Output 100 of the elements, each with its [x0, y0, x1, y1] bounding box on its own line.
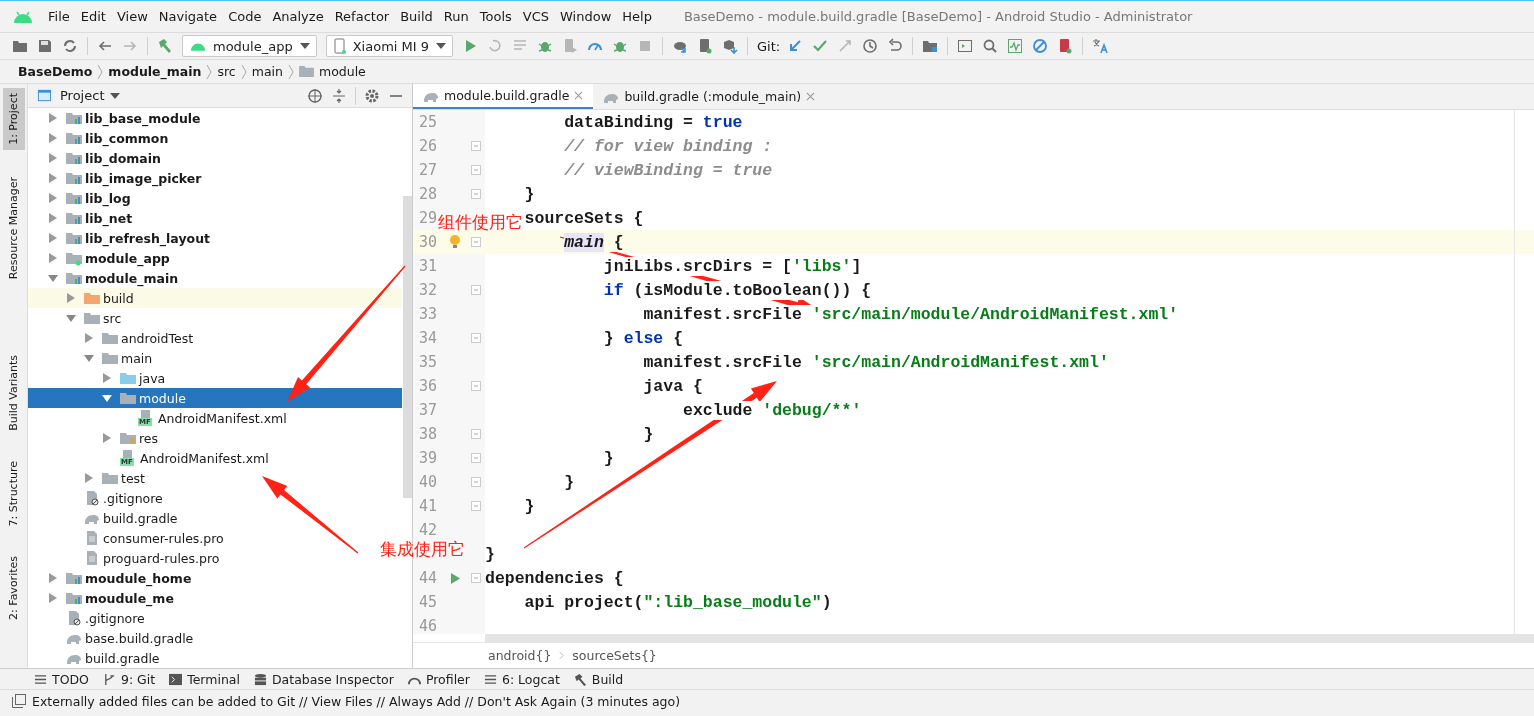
fold-icon[interactable]: [471, 333, 481, 343]
tree-item[interactable]: lib_refresh_layout: [85, 230, 211, 246]
wave-icon[interactable]: [1007, 38, 1024, 54]
collapsed-icon[interactable]: [66, 293, 76, 303]
tool-window-button[interactable]: Build: [573, 671, 624, 687]
save-icon[interactable]: [37, 38, 53, 54]
clock-icon[interactable]: [862, 38, 879, 54]
menu-item[interactable]: Analyze: [267, 9, 330, 24]
tool-window-button[interactable]: 6: Logcat: [483, 671, 560, 687]
phone-icon[interactable]: [1057, 38, 1074, 54]
editor-tab[interactable]: build.gradle (:module_main): [593, 84, 826, 109]
scrollbar[interactable]: [403, 196, 412, 498]
breadcrumb-item[interactable]: sourceSets{}: [572, 648, 657, 663]
translate-icon[interactable]: [1092, 38, 1109, 54]
breadcrumb-item[interactable]: src: [217, 64, 236, 79]
menu-item[interactable]: Code: [223, 9, 268, 24]
menu-item[interactable]: Help: [617, 9, 658, 24]
device-dropdown[interactable]: Xiaomi MI 9: [325, 35, 453, 57]
tree-item[interactable]: consumer-rules.pro: [103, 530, 224, 546]
menu-item[interactable]: Navigate: [153, 9, 224, 24]
breadcrumb-item[interactable]: module: [318, 64, 366, 79]
collapsed-icon[interactable]: [84, 333, 94, 343]
collapsed-icon[interactable]: [48, 133, 58, 143]
down-arrow-icon[interactable]: [787, 38, 804, 54]
project-view-dropdown[interactable]: Project: [60, 88, 121, 103]
fold-icon[interactable]: [471, 501, 481, 511]
collapsed-icon[interactable]: [48, 573, 58, 583]
tool-window-button[interactable]: TODO: [34, 671, 89, 687]
tree-item[interactable]: src: [103, 310, 122, 326]
tool-window-button[interactable]: Terminal: [169, 671, 240, 687]
settings-icon[interactable]: [364, 87, 380, 104]
collapsed-icon[interactable]: [102, 373, 112, 383]
folder-grid-icon[interactable]: [922, 38, 939, 54]
crosshair-icon[interactable]: [307, 87, 323, 104]
tree-item[interactable]: lib_base_module: [85, 110, 201, 126]
tree-item[interactable]: lib_log: [85, 190, 131, 206]
circle-slash-icon[interactable]: [1032, 38, 1049, 54]
lightbulb-icon[interactable]: [449, 235, 461, 249]
tree-item[interactable]: lib_image_picker: [85, 170, 202, 186]
tree-item[interactable]: moudule_home: [85, 570, 192, 586]
window-icon[interactable]: [957, 38, 974, 54]
tree-item[interactable]: java: [139, 370, 166, 386]
tree-item[interactable]: AndroidManifest.xml: [140, 450, 269, 466]
breadcrumb-item[interactable]: BaseDemo: [18, 64, 93, 79]
tool-window-tab[interactable]: Resource Manager: [2, 171, 25, 284]
tool-window-button[interactable]: 9: Git: [102, 671, 156, 687]
expanded-icon[interactable]: [66, 313, 76, 323]
editor-tab[interactable]: module.build.gradle: [413, 84, 594, 109]
folder-icon[interactable]: [12, 38, 28, 54]
close-icon[interactable]: [574, 91, 584, 100]
phone-icon[interactable]: [697, 38, 713, 54]
tree-item[interactable]: AndroidManifest.xml: [158, 410, 287, 426]
tool-window-tab[interactable]: 1: Project: [2, 88, 25, 150]
menu-item[interactable]: Refactor: [329, 9, 396, 24]
check-icon[interactable]: [812, 38, 829, 54]
tree-item[interactable]: androidTest: [121, 330, 194, 346]
undo-icon[interactable]: [887, 38, 904, 54]
tree-item[interactable]: module_app: [85, 250, 170, 266]
search-icon[interactable]: [982, 38, 999, 54]
scrollbar[interactable]: [485, 634, 1534, 642]
fold-icon[interactable]: [471, 429, 481, 439]
tree-item[interactable]: base.build.gradle: [85, 630, 194, 646]
fold-icon[interactable]: [471, 237, 481, 247]
tree-item[interactable]: build.gradle: [103, 510, 178, 526]
tool-window-tab[interactable]: Build Variants: [2, 350, 25, 436]
menu-item[interactable]: VCS: [517, 9, 556, 24]
menu-item[interactable]: View: [111, 9, 154, 24]
expanded-icon[interactable]: [102, 393, 112, 403]
tree-item[interactable]: module: [139, 390, 186, 406]
collapsed-icon[interactable]: [48, 193, 58, 203]
collapsed-icon[interactable]: [48, 213, 58, 223]
fold-icon[interactable]: [471, 189, 481, 199]
collapsed-icon[interactable]: [48, 593, 58, 603]
tool-window-button[interactable]: Database Inspector: [254, 671, 394, 687]
menu-item[interactable]: Tools: [474, 9, 518, 24]
tree-item[interactable]: res: [139, 430, 159, 446]
run-configuration-dropdown[interactable]: module_app: [182, 35, 317, 57]
box-icon[interactable]: [722, 38, 738, 54]
menu-item[interactable]: Edit: [75, 9, 112, 24]
collapsed-icon[interactable]: [48, 153, 58, 163]
fold-icon[interactable]: [471, 381, 481, 391]
fold-icon[interactable]: [471, 285, 481, 295]
tool-window-tab[interactable]: 2: Favorites: [2, 551, 25, 626]
tree-item[interactable]: lib_net: [85, 210, 133, 226]
tool-window-button[interactable]: Profiler: [407, 671, 470, 687]
collapsed-icon[interactable]: [48, 113, 58, 123]
tool-window-tab[interactable]: 7: Structure: [2, 455, 25, 532]
tree-item[interactable]: .gitignore: [85, 610, 145, 626]
collapsed-icon[interactable]: [48, 173, 58, 183]
expanded-icon[interactable]: [84, 353, 94, 363]
tree-item[interactable]: main: [121, 350, 153, 366]
tree-item[interactable]: module_main: [85, 270, 179, 286]
collapsed-icon[interactable]: [48, 253, 58, 263]
play-icon[interactable]: [449, 572, 461, 584]
breadcrumb-item[interactable]: android{}: [488, 648, 552, 663]
collapse-icon[interactable]: [331, 87, 347, 104]
tree-item[interactable]: build.gradle: [85, 650, 160, 666]
tree-item[interactable]: build: [103, 290, 134, 306]
collapsed-icon[interactable]: [84, 473, 94, 483]
close-icon[interactable]: [806, 92, 816, 101]
